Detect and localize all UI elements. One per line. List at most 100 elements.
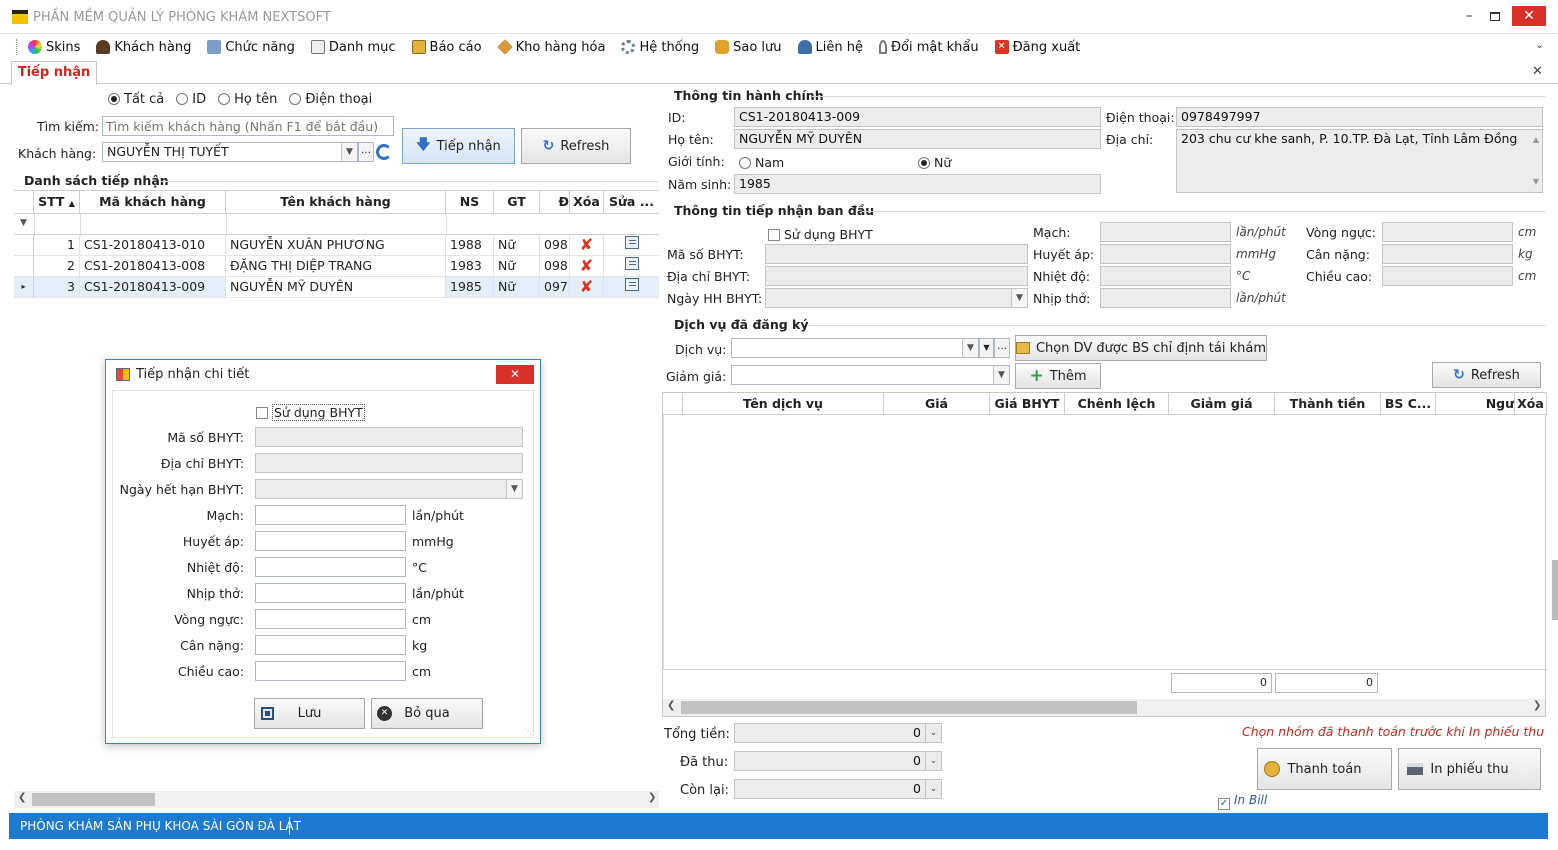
table-row[interactable]: 1 CS1-20180413-010 NGUYỄN XUÂN PHƯƠNG 19…	[14, 235, 659, 256]
patient-birth-year-field[interactable]: 1985	[734, 174, 1101, 194]
chevron-down-icon[interactable]: ▼	[962, 339, 978, 357]
dialog-vong-nguc-input[interactable]	[255, 609, 406, 629]
dialog-nhip-tho-input[interactable]	[255, 583, 406, 603]
chevron-down-icon[interactable]: ▼	[1011, 289, 1027, 307]
right-can-nang-field[interactable]	[1382, 244, 1513, 264]
gender-male-radio[interactable]: Nam	[739, 155, 784, 170]
menu-chuc-nang[interactable]: Chức năng	[207, 40, 295, 55]
right-huyet-ap-field[interactable]	[1100, 244, 1231, 264]
dialog-huyet-ap-input[interactable]	[255, 531, 406, 551]
service-hscrollbar[interactable]: ❮ ❯	[663, 699, 1545, 716]
col-ma-kh[interactable]: Mã khách hàng	[80, 191, 226, 213]
service-more-button[interactable]: …	[994, 338, 1010, 358]
chevron-down-icon[interactable]: ▼	[341, 143, 357, 161]
pay-button[interactable]: Thanh toán	[1257, 748, 1392, 790]
chevron-down-icon[interactable]: ⌄	[925, 752, 941, 770]
close-window-button[interactable]: ✕	[1512, 6, 1546, 26]
col-xoa[interactable]: Xóa	[570, 191, 604, 213]
edit-icon[interactable]	[624, 278, 639, 291]
remaining-amount-field[interactable]: 0 ⌄	[734, 779, 942, 799]
service-select[interactable]: ▼	[731, 338, 979, 358]
dialog-bhyt-checkbox[interactable]: Sử dụng BHYT	[256, 404, 365, 421]
dialog-can-nang-input[interactable]	[255, 635, 406, 655]
svc-col-bhyt-price[interactable]: Giá BHYT	[990, 393, 1065, 415]
right-chieu-cao-field[interactable]	[1382, 266, 1513, 286]
edit-icon[interactable]	[624, 236, 639, 249]
dialog-save-button[interactable]: Lưu	[254, 698, 365, 729]
chevron-down-icon[interactable]: ⌄	[925, 724, 941, 742]
right-bhyt-address-field[interactable]	[765, 266, 1028, 286]
tiep-nhan-button[interactable]: 🡇 Tiếp nhận	[402, 128, 515, 164]
menu-kho-hang-hoa[interactable]: Kho hàng hóa	[496, 39, 605, 55]
chevron-down-icon[interactable]: ▼	[993, 366, 1009, 384]
svc-col-name[interactable]: Tên dịch vụ	[683, 393, 884, 415]
edit-icon[interactable]	[624, 257, 639, 270]
dialog-skip-button[interactable]: ✕ Bỏ qua	[371, 698, 483, 729]
dialog-chieu-cao-input[interactable]	[255, 661, 406, 681]
print-receipt-button[interactable]: In phiếu thu	[1398, 748, 1541, 790]
right-nhip-tho-field[interactable]	[1100, 288, 1231, 308]
chevron-down-icon[interactable]: ▼	[506, 480, 522, 498]
menu-lien-he[interactable]: Liên hệ	[797, 40, 863, 55]
right-bhyt-expiry-select[interactable]: ▼	[765, 288, 1028, 308]
left-refresh-button[interactable]: ↻ Refresh	[521, 128, 631, 164]
menu-bao-cao[interactable]: Báo cáo	[411, 40, 482, 55]
col-stt[interactable]: STT ▲	[34, 191, 80, 213]
menu-he-thong[interactable]: Hệ thống	[621, 40, 699, 55]
filter-name-radio[interactable]: Họ tên	[218, 92, 277, 107]
filter-phone-radio[interactable]: Điện thoại	[289, 92, 372, 107]
customer-more-button[interactable]: …	[358, 142, 374, 162]
maximize-button[interactable]	[1490, 12, 1500, 21]
grid-filter-row[interactable]: ▼	[14, 213, 659, 236]
delete-icon[interactable]: ✘	[580, 256, 593, 275]
patient-address-field[interactable]: 203 chu cư khe sanh, P. 10.TP. Đà Lạt, T…	[1176, 129, 1543, 193]
dialog-nhiet-do-input[interactable]	[255, 557, 406, 577]
svc-col-price[interactable]: Giá	[884, 393, 990, 415]
right-bhyt-checkbox[interactable]: Sử dụng BHYT	[768, 227, 873, 242]
dialog-bhyt-address-field[interactable]	[255, 453, 523, 473]
tab-tiep-nhan[interactable]: Tiếp nhận	[11, 61, 97, 85]
left-hscrollbar[interactable]: ❮ ❯	[14, 791, 659, 808]
svc-col-delete[interactable]: Xóa	[1515, 393, 1547, 415]
col-ns[interactable]: NS	[446, 191, 494, 213]
svc-col-doctor[interactable]: BS C...	[1381, 393, 1436, 415]
service-dropdown-icon[interactable]: ▼	[979, 338, 994, 358]
customer-refresh-icon[interactable]	[376, 144, 392, 160]
total-amount-field[interactable]: 0 ⌄	[734, 723, 942, 743]
choose-service-button[interactable]: Chọn DV được BS chỉ định tái khám	[1015, 335, 1267, 361]
delete-icon[interactable]: ✘	[580, 277, 593, 296]
right-refresh-button[interactable]: ↻ Refresh	[1432, 362, 1541, 388]
in-bill-checkbox[interactable]: ✓ In Bill	[1218, 793, 1267, 810]
menu-dang-xuat[interactable]: ✕ Đăng xuất	[994, 40, 1080, 55]
menu-overflow-chevron-icon[interactable]: ⌄	[1535, 38, 1544, 51]
filter-all-radio[interactable]: Tất cả	[108, 92, 164, 107]
svc-col-diff[interactable]: Chênh lệch	[1065, 393, 1169, 415]
col-ten-kh[interactable]: Tên khách hàng	[226, 191, 446, 213]
discount-select[interactable]: ▼	[731, 365, 1010, 385]
customer-select[interactable]: NGUYỄN THỊ TUYẾT ▼	[102, 142, 358, 162]
menu-danh-muc[interactable]: Danh mục	[310, 40, 396, 55]
patient-phone-field[interactable]: 0978497997	[1176, 107, 1543, 127]
right-mach-field[interactable]	[1100, 222, 1231, 242]
menu-doi-mat-khau[interactable]: Đổi mật khẩu	[879, 40, 979, 55]
gender-female-radio[interactable]: Nữ	[918, 155, 951, 170]
dialog-bhyt-number-field[interactable]	[255, 427, 523, 447]
patient-id-field[interactable]: CS1-20180413-009	[734, 107, 1101, 127]
add-service-button[interactable]: + Thêm	[1015, 363, 1101, 389]
right-bhyt-number-field[interactable]	[765, 244, 1028, 264]
paid-amount-field[interactable]: 0 ⌄	[734, 751, 942, 771]
close-tab-icon[interactable]: ✕	[1532, 64, 1543, 79]
filter-id-radio[interactable]: ID	[176, 92, 206, 107]
svc-col-user[interactable]: Ngư	[1436, 393, 1515, 415]
resize-grip-icon[interactable]: ⋱	[524, 727, 532, 736]
table-row-selected[interactable]: ▸ 3 CS1-20180413-009 NGUYỄN MỸ DUYÊN 198…	[14, 277, 659, 298]
chevron-down-icon[interactable]: ⌄	[925, 780, 941, 798]
delete-icon[interactable]: ✘	[580, 235, 593, 254]
col-dt[interactable]: Đ	[540, 191, 570, 213]
col-gt[interactable]: GT	[494, 191, 540, 213]
menu-khach-hang[interactable]: Khách hàng	[96, 40, 191, 55]
right-nhiet-do-field[interactable]	[1100, 266, 1231, 286]
minimize-button[interactable]: –	[1462, 8, 1476, 24]
search-input[interactable]	[102, 116, 394, 136]
menu-skins[interactable]: Skins	[28, 40, 80, 55]
